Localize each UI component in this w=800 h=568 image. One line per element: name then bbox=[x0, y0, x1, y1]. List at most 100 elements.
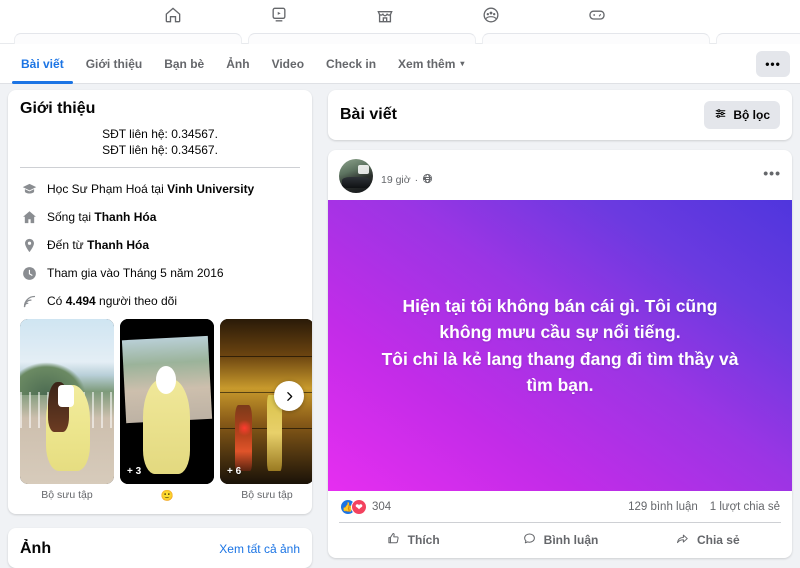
intro-row-followers[interactable]: Có 4.494 người theo dõi bbox=[20, 287, 300, 315]
love-reaction-icon: ❤ bbox=[351, 499, 367, 515]
tab-edge bbox=[482, 33, 710, 44]
collection-caption: Bộ sưu tập bbox=[20, 484, 114, 501]
posts-header-card: Bài viết Bộ lọc bbox=[328, 90, 792, 140]
post-text: Hiện tại tôi không bán cái gì. Tôi cũng … bbox=[382, 293, 739, 398]
top-nav-icon-group bbox=[160, 0, 610, 30]
post-actions: Thích Bình luận Ch bbox=[339, 522, 781, 558]
collection-badge: + 6 bbox=[227, 466, 241, 477]
collections-carousel: Bộ sưu tập + 3 🙂 bbox=[20, 319, 300, 506]
intro-row-text: Đến từ Thanh Hóa bbox=[47, 238, 149, 252]
share-icon bbox=[675, 531, 690, 549]
collection-thumbnail[interactable]: + 3 bbox=[120, 319, 214, 484]
intro-row-text: Tham gia vào Tháng 5 năm 2016 bbox=[47, 266, 224, 280]
tab-edge bbox=[248, 33, 476, 44]
share-button[interactable]: Chia sẻ bbox=[634, 526, 781, 554]
globe-icon bbox=[422, 173, 433, 187]
location-pin-icon bbox=[20, 236, 38, 254]
filter-icon bbox=[714, 107, 727, 123]
tab-label: Xem thêm bbox=[398, 57, 455, 71]
post-stats: 👍 ❤ 304 129 bình luận 1 lượt chia sẻ bbox=[328, 491, 792, 522]
chevron-down-icon: ▾ bbox=[460, 59, 464, 68]
right-column: Bài viết Bộ lọc bbox=[328, 90, 792, 558]
tab-about[interactable]: Giới thiệu bbox=[75, 44, 154, 84]
like-label: Thích bbox=[408, 533, 440, 547]
post-text-line: Hiện tại tôi không bán cái gì. Tôi cũng bbox=[382, 293, 739, 319]
profile-tabs-bar: Bài viết Giới thiệu Bạn bè Ảnh Video Che… bbox=[0, 44, 800, 84]
tab-posts[interactable]: Bài viết bbox=[10, 44, 75, 84]
tab-label: Bạn bè bbox=[164, 57, 204, 71]
rss-followers-icon bbox=[20, 292, 38, 310]
intro-body: Giới thiệu SĐT liên hệ: 0.34567. SĐT liê… bbox=[8, 90, 312, 514]
marketplace-icon[interactable] bbox=[372, 2, 398, 28]
column-gap bbox=[8, 514, 312, 528]
reactions-summary[interactable]: 👍 ❤ 304 bbox=[340, 499, 391, 515]
collection-thumbnail[interactable] bbox=[20, 319, 114, 484]
intro-divider bbox=[20, 167, 300, 168]
intro-row-joined: Tham gia vào Tháng 5 năm 2016 bbox=[20, 259, 300, 287]
comment-count[interactable]: 129 bình luận bbox=[628, 501, 698, 513]
see-all-photos-link[interactable]: Xem tất cả ảnh bbox=[219, 542, 300, 556]
post-gradient-background[interactable]: Hiện tại tôi không bán cái gì. Tôi cũng … bbox=[328, 200, 792, 491]
tab-label: Check in bbox=[326, 57, 376, 71]
collection-item[interactable]: + 6 Bộ sưu tập bbox=[220, 319, 312, 502]
tab-label: Ảnh bbox=[226, 57, 249, 71]
tab-label: Video bbox=[272, 57, 304, 71]
collection-caption: 🙂 bbox=[120, 484, 214, 502]
reaction-count: 304 bbox=[372, 501, 391, 513]
tab-checkin[interactable]: Check in bbox=[315, 44, 387, 84]
collection-item[interactable]: Bộ sưu tập bbox=[20, 319, 114, 502]
tab-label: Bài viết bbox=[21, 57, 64, 71]
intro-row-text: Có 4.494 người theo dõi bbox=[47, 294, 177, 308]
intro-row-lives-in[interactable]: Sống tại Thanh Hóa bbox=[20, 203, 300, 231]
post-text-line: không mưu cầu sự nổi tiếng. bbox=[382, 319, 739, 345]
post-meta: 19 giờ · bbox=[381, 165, 433, 187]
graduation-cap-icon bbox=[20, 180, 38, 198]
comment-icon bbox=[522, 531, 537, 549]
intro-row-text: Sống tại Thanh Hóa bbox=[47, 210, 156, 224]
intro-title: Giới thiệu bbox=[20, 100, 300, 118]
photo-art bbox=[120, 319, 214, 484]
thumbs-up-icon bbox=[386, 531, 401, 549]
top-navigation-bar bbox=[0, 0, 800, 30]
tab-edge bbox=[716, 33, 800, 44]
collection-item[interactable]: + 3 🙂 bbox=[120, 319, 214, 502]
post-options-button[interactable]: ••• bbox=[763, 171, 781, 181]
comment-label: Bình luận bbox=[544, 533, 599, 547]
comment-button[interactable]: Bình luận bbox=[486, 526, 633, 554]
post-time-separator: · bbox=[415, 174, 419, 186]
engagement-counts: 129 bình luận 1 lượt chia sẻ bbox=[628, 501, 780, 513]
intro-row-education[interactable]: Học Sư Phạm Hoá tại Vinh University bbox=[20, 175, 300, 203]
photos-header: Ảnh Xem tất cả ảnh bbox=[8, 528, 312, 568]
home-icon[interactable] bbox=[160, 2, 186, 28]
share-label: Chia sẻ bbox=[697, 533, 740, 547]
bio-line: SĐT liên hệ: 0.34567. bbox=[20, 142, 300, 158]
watch-icon[interactable] bbox=[266, 2, 292, 28]
post-time-text: 19 giờ bbox=[381, 174, 411, 186]
filter-button[interactable]: Bộ lọc bbox=[704, 101, 780, 129]
profile-content: Giới thiệu SĐT liên hệ: 0.34567. SĐT liê… bbox=[0, 90, 800, 542]
filter-label: Bộ lọc bbox=[733, 108, 770, 122]
like-button[interactable]: Thích bbox=[339, 526, 486, 554]
share-count[interactable]: 1 lượt chia sẻ bbox=[710, 501, 780, 513]
intro-row-text: Học Sư Phạm Hoá tại Vinh University bbox=[47, 182, 254, 196]
profile-options-button[interactable]: ••• bbox=[756, 51, 790, 77]
post-author-name[interactable] bbox=[381, 165, 433, 172]
tab-edge bbox=[14, 33, 242, 44]
clock-icon bbox=[20, 264, 38, 282]
tab-friends[interactable]: Bạn bè bbox=[153, 44, 215, 84]
post-text-line: tìm bạn. bbox=[382, 372, 739, 398]
collection-badge: + 3 bbox=[127, 466, 141, 477]
tab-photos[interactable]: Ảnh bbox=[215, 44, 260, 84]
post-timestamp[interactable]: 19 giờ · bbox=[381, 173, 433, 187]
avatar[interactable] bbox=[339, 159, 373, 193]
tab-videos[interactable]: Video bbox=[261, 44, 315, 84]
gaming-icon[interactable] bbox=[584, 2, 610, 28]
tab-see-more[interactable]: Xem thêm ▾ bbox=[387, 44, 475, 84]
browser-tabstrip-edge bbox=[0, 30, 800, 44]
home-icon bbox=[20, 208, 38, 226]
groups-icon[interactable] bbox=[478, 2, 504, 28]
collections-track: Bộ sưu tập + 3 🙂 bbox=[20, 319, 300, 502]
intro-row-from[interactable]: Đến từ Thanh Hóa bbox=[20, 231, 300, 259]
photo-art bbox=[20, 319, 114, 484]
bio-line: SĐT liên hệ: 0.34567. bbox=[20, 126, 300, 142]
